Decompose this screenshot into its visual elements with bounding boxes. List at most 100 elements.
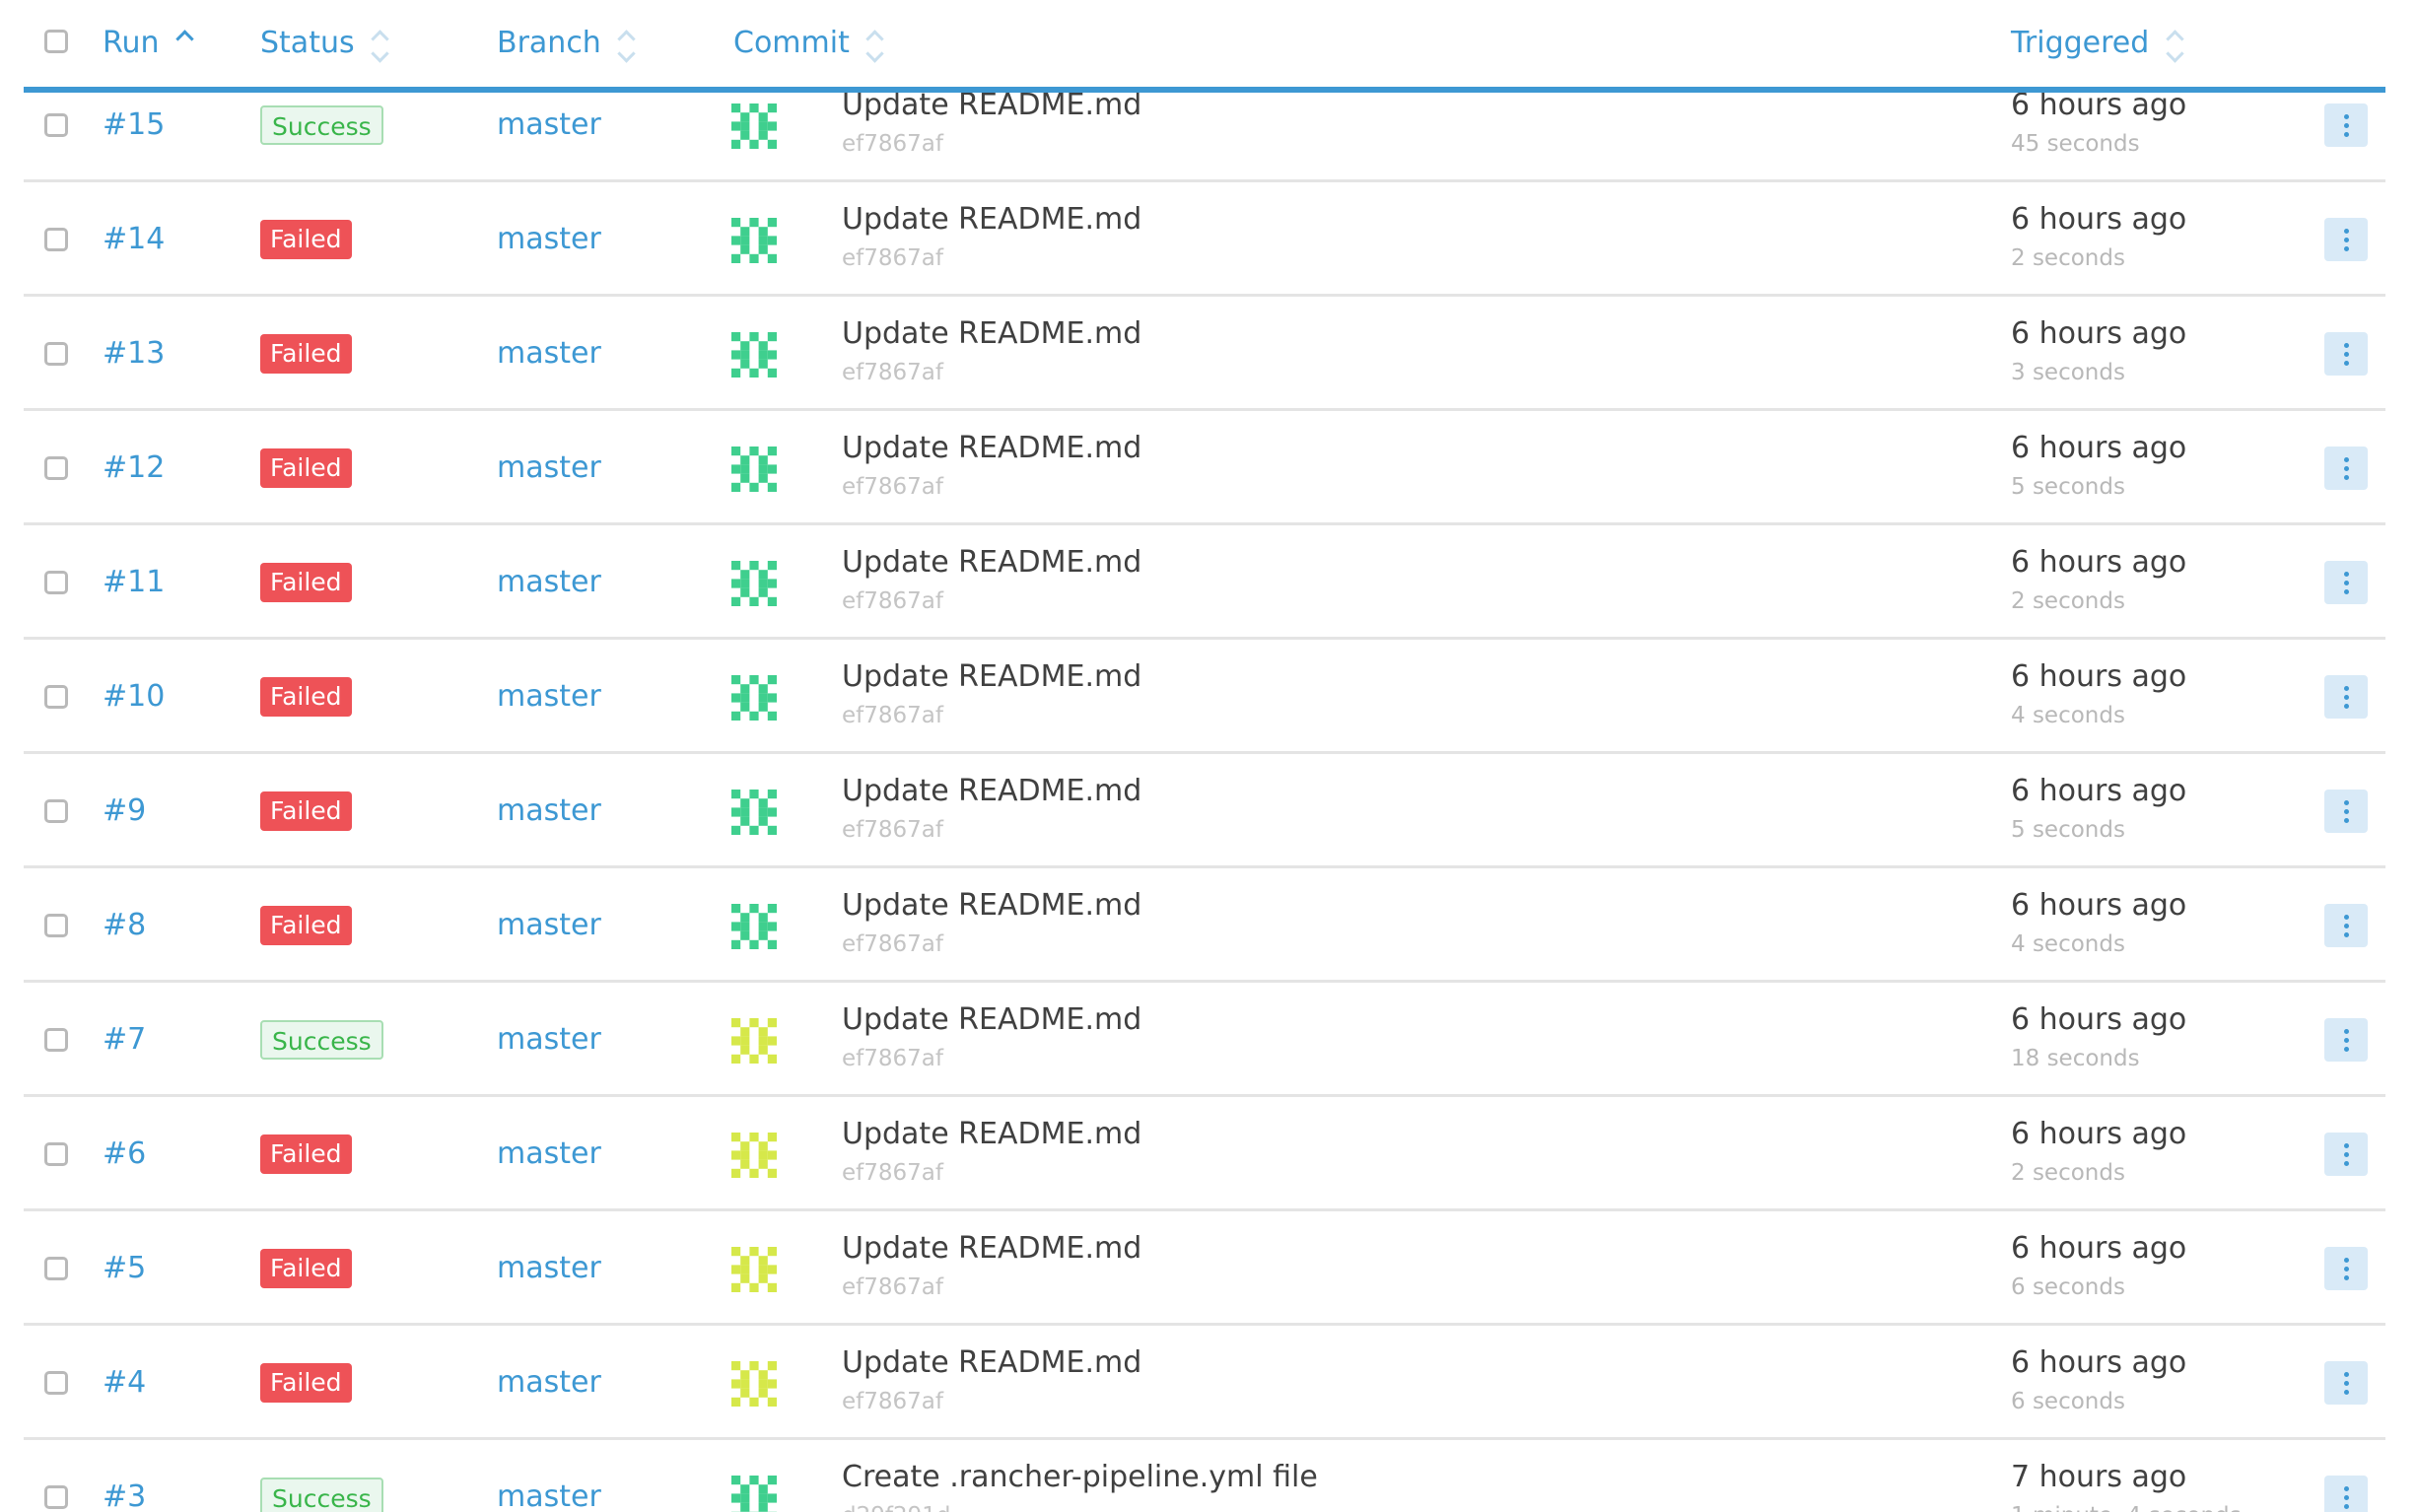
table-row: #12 Failed master Update README.md ef786… <box>24 411 2385 525</box>
row-actions-menu-button[interactable] <box>2324 332 2368 376</box>
avatar-pixel <box>749 904 759 914</box>
select-all-checkbox[interactable] <box>44 30 68 53</box>
row-select-checkbox[interactable] <box>44 1257 68 1280</box>
avatar-pixel <box>740 1159 750 1169</box>
status-badge: Success <box>260 1478 383 1512</box>
row-actions-menu-button[interactable] <box>2324 1247 2368 1290</box>
branch-link[interactable]: master <box>497 448 601 488</box>
run-number-link[interactable]: #7 <box>103 1020 146 1060</box>
commit-sha-link[interactable]: ef7867af <box>842 701 943 730</box>
avatar-pixel <box>749 368 759 378</box>
avatar-pixel <box>731 825 741 835</box>
row-select-checkbox[interactable] <box>44 799 68 823</box>
column-header-run[interactable]: Run <box>103 22 195 65</box>
column-header-triggered[interactable]: Triggered <box>2011 22 2184 65</box>
status-badge: Failed <box>260 563 352 602</box>
status-badge: Failed <box>260 334 352 374</box>
run-number-link[interactable]: #4 <box>103 1363 146 1403</box>
row-select-checkbox[interactable] <box>44 1485 68 1509</box>
run-number-link[interactable]: #3 <box>103 1478 146 1512</box>
commit-sha-link[interactable]: ef7867af <box>842 929 943 959</box>
row-actions-menu-button[interactable] <box>2324 1018 2368 1062</box>
avatar-pixel <box>767 464 777 474</box>
row-actions-menu-button[interactable] <box>2324 447 2368 490</box>
row-select-checkbox[interactable] <box>44 342 68 366</box>
branch-link[interactable]: master <box>497 105 601 145</box>
commit-sha-link[interactable]: d29f291d <box>842 1501 950 1512</box>
branch-link[interactable]: master <box>497 1249 601 1288</box>
run-number-link[interactable]: #12 <box>103 448 165 488</box>
row-actions-menu-button[interactable] <box>2324 904 2368 947</box>
row-select-checkbox[interactable] <box>44 685 68 709</box>
avatar-pixel <box>731 350 741 360</box>
avatar-pixel <box>749 939 759 949</box>
avatar-pixel <box>767 807 777 817</box>
branch-link[interactable]: master <box>497 220 601 259</box>
avatar-pixel <box>767 139 777 149</box>
row-actions-menu-button[interactable] <box>2324 1361 2368 1405</box>
branch-link[interactable]: master <box>497 1134 601 1174</box>
avatar-pixel <box>758 798 768 808</box>
branch-link[interactable]: master <box>497 563 601 602</box>
more-vertical-icon-dot <box>2343 465 2349 471</box>
row-actions-menu-button[interactable] <box>2324 1133 2368 1176</box>
row-select-checkbox[interactable] <box>44 456 68 480</box>
commit-sha-link[interactable]: ef7867af <box>842 472 943 502</box>
commit-sha-link[interactable]: ef7867af <box>842 243 943 273</box>
run-number-link[interactable]: #14 <box>103 220 165 259</box>
commit-sha-link[interactable]: ef7867af <box>842 815 943 845</box>
commit-sha-link[interactable]: ef7867af <box>842 129 943 159</box>
run-number-link[interactable]: #15 <box>103 105 165 145</box>
row-select-checkbox[interactable] <box>44 914 68 937</box>
commit-message: Update README.md <box>842 1231 1142 1266</box>
run-number-link[interactable]: #5 <box>103 1249 146 1288</box>
column-header-branch[interactable]: Branch <box>497 22 637 65</box>
row-select-checkbox[interactable] <box>44 113 68 137</box>
row-select-checkbox[interactable] <box>44 228 68 251</box>
branch-link[interactable]: master <box>497 334 601 374</box>
avatar-pixel <box>731 790 741 799</box>
branch-link[interactable]: master <box>497 677 601 717</box>
run-number-link[interactable]: #6 <box>103 1134 146 1174</box>
column-header-status[interactable]: Status <box>260 22 390 65</box>
avatar-pixel <box>749 790 759 799</box>
row-select-checkbox[interactable] <box>44 1142 68 1166</box>
status-badge: Success <box>260 105 383 145</box>
avatar-pixel <box>758 1150 768 1160</box>
branch-link[interactable]: master <box>497 1478 601 1512</box>
run-number-link[interactable]: #10 <box>103 677 165 717</box>
commit-sha-link[interactable]: ef7867af <box>842 358 943 387</box>
row-select-checkbox[interactable] <box>44 1371 68 1395</box>
commit-sha-link[interactable]: ef7867af <box>842 1044 943 1073</box>
avatar-pixel <box>740 1502 750 1512</box>
status-badge: Failed <box>260 1134 352 1174</box>
row-actions-menu-button[interactable] <box>2324 561 2368 604</box>
row-select-checkbox[interactable] <box>44 1028 68 1052</box>
commit-sha-link[interactable]: ef7867af <box>842 1272 943 1302</box>
commit-sha-link[interactable]: ef7867af <box>842 586 943 616</box>
commit-sha-link[interactable]: ef7867af <box>842 1387 943 1416</box>
branch-link[interactable]: master <box>497 1363 601 1403</box>
table-row: #10 Failed master Update README.md ef786… <box>24 640 2385 754</box>
row-actions-menu-button[interactable] <box>2324 218 2368 261</box>
branch-link[interactable]: master <box>497 906 601 945</box>
run-number-link[interactable]: #11 <box>103 563 165 602</box>
more-vertical-icon <box>2343 1257 2349 1263</box>
sort-icon <box>2165 26 2184 63</box>
run-number-link[interactable]: #8 <box>103 906 146 945</box>
row-actions-menu-button[interactable] <box>2324 790 2368 833</box>
row-actions-menu-button[interactable] <box>2324 1476 2368 1512</box>
row-actions-menu-button[interactable] <box>2324 103 2368 147</box>
column-header-commit[interactable]: Commit <box>733 22 885 65</box>
avatar-pixel <box>758 693 768 703</box>
row-actions-menu-button[interactable] <box>2324 675 2368 719</box>
branch-link[interactable]: master <box>497 791 601 831</box>
status-badge: Failed <box>260 1363 352 1403</box>
sort-icon <box>865 26 885 63</box>
run-number-link[interactable]: #9 <box>103 791 146 831</box>
run-duration: 6 seconds <box>2011 1274 2125 1300</box>
commit-sha-link[interactable]: ef7867af <box>842 1158 943 1188</box>
run-number-link[interactable]: #13 <box>103 334 165 374</box>
row-select-checkbox[interactable] <box>44 571 68 594</box>
branch-link[interactable]: master <box>497 1020 601 1060</box>
